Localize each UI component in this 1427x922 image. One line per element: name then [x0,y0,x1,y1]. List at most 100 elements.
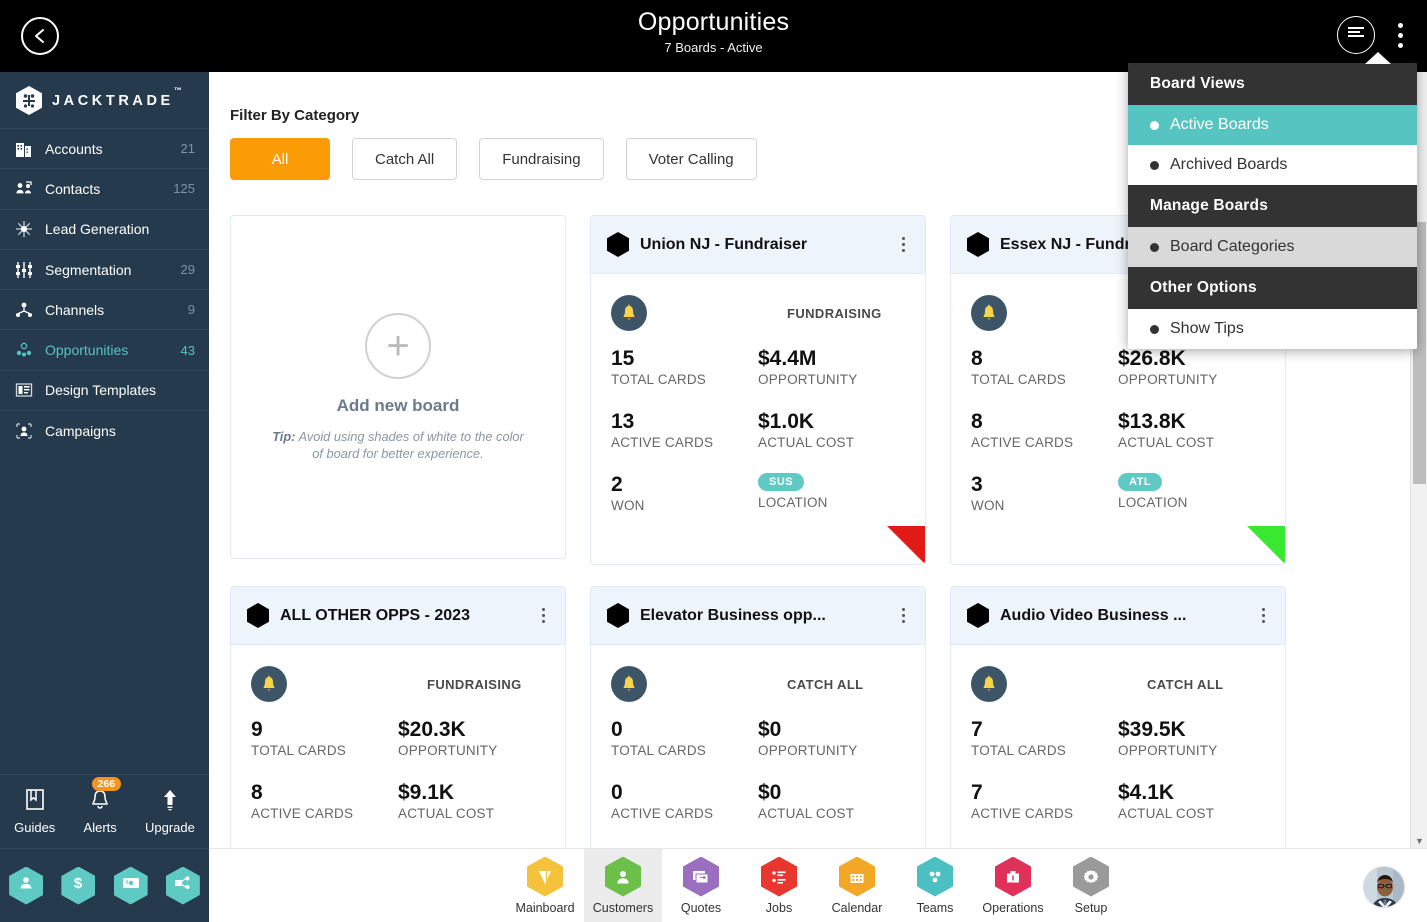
bottom-nav-teams[interactable]: Teams [896,849,974,922]
plus-icon: + [365,312,431,379]
dropdown-item-archived-boards[interactable]: Archived Boards [1128,145,1417,185]
sidebar-item-contacts[interactable]: Contacts 125 [0,168,209,208]
board-card-header: Elevator Business opp... [591,587,925,645]
stat-active-cards: 8 ACTIVE CARDS [971,409,1118,450]
brand-logo[interactable]: JACKTRADE™ [0,72,209,128]
filter-chip-fundraising[interactable]: Fundraising [479,138,604,180]
board-stat-row: 3 WON ATL LOCATION [971,472,1265,513]
user-hex-button[interactable] [9,866,44,905]
opportunities-icon [14,340,34,360]
board-card-body: CATCH ALL 0 TOTAL CARDS $0 OPPORTUNITY 0… [591,645,925,848]
board-options-dropdown: Board Views Active Boards Archived Board… [1128,63,1417,349]
sidebar-item-count: 9 [187,302,195,318]
dropdown-item-active-boards[interactable]: Active Boards [1128,105,1417,145]
board-stat-row: 0 TOTAL CARDS $0 OPPORTUNITY [611,717,905,758]
board-title: Audio Video Business ... [1000,606,1187,624]
dropdown-item-label: Show Tips [1170,320,1244,337]
sidebar-item-channels[interactable]: Channels 9 [0,289,209,329]
board-hex-icon [967,232,989,257]
bottom-nav-calendar[interactable]: Calendar [818,849,896,922]
bottom-nav-label: Setup [1074,900,1108,915]
board-kebab-menu-icon[interactable] [895,237,911,252]
board-title: ALL OTHER OPPS - 2023 [280,606,470,624]
dropdown-item-label: Active Boards [1170,116,1269,133]
sidebar-quick-actions: $ [0,848,209,922]
stat-key: ACTIVE CARDS [611,806,714,821]
bullet-icon [1150,324,1159,334]
stat-value: 15 [611,347,635,370]
stat-actual-cost: $1.0K ACTUAL COST [758,409,905,450]
board-card-meta: CATCH ALL [971,663,1265,705]
sidebar-item-opportunities[interactable]: Opportunities 43 [0,329,209,369]
stat-key: LOCATION [758,495,828,510]
sidebar-item-accounts[interactable]: Accounts 21 [0,128,209,168]
board-kebab-menu-icon[interactable] [535,608,551,623]
bottom-nav-customers[interactable]: Customers [584,848,662,922]
board-card[interactable]: Elevator Business opp... CATCH ALL 0 TOT… [590,586,926,848]
board-card[interactable]: Union NJ - Fundraiser FUNDRAISING 15 TOT… [590,215,926,565]
upgrade-button[interactable]: Upgrade [145,788,195,835]
dollar-hex-button[interactable]: $ [61,866,96,905]
dropdown-section-header: Board Views [1128,63,1417,105]
scroll-down-arrow-icon[interactable]: ▼ [1411,836,1427,846]
board-card[interactable]: Audio Video Business ... CATCH ALL 7 TOT… [950,586,1286,848]
bottom-nav-setup[interactable]: Setup [1052,849,1130,922]
money-transfer-hex-button[interactable] [113,866,148,905]
stat-value: 0 [611,781,623,804]
alerts-label: Alerts [83,820,117,835]
stat-key: ACTUAL COST [758,435,855,450]
stat-value: 7 [971,781,983,804]
board-card[interactable]: ALL OTHER OPPS - 2023 FUNDRAISING 9 TOTA… [230,586,566,848]
operations-icon [995,856,1031,897]
bottom-nav-label: Quotes [680,900,722,915]
filter-chip-catch-all[interactable]: Catch All [352,138,458,180]
board-kebab-menu-icon[interactable] [895,608,911,623]
list-view-button[interactable] [1337,16,1375,54]
page-subtitle: 7 Boards - Active [664,40,763,55]
bottom-nav-jobs[interactable]: Jobs [740,849,818,922]
user-avatar[interactable] [1363,866,1405,908]
sidebar-item-count: 43 [180,342,195,358]
bottom-nav-mainboard[interactable]: Mainboard [506,849,584,922]
teams-icon [917,856,953,897]
stat-total-cards: 15 TOTAL CARDS [611,346,758,387]
sidebar-item-lead-generation[interactable]: Lead Generation [0,208,209,249]
stat-key: TOTAL CARDS [971,372,1066,387]
stat-total-cards: 9 TOTAL CARDS [251,717,398,758]
workflow-hex-button[interactable] [165,866,200,905]
stat-value: 2 [611,473,623,496]
dropdown-item-board-categories[interactable]: Board Categories [1128,227,1417,267]
stat-active-cards: 7 ACTIVE CARDS [971,780,1118,821]
board-card-header: ALL OTHER OPPS - 2023 [231,587,565,645]
board-options-menu-button[interactable] [1389,16,1411,54]
stat-active-cards: 13 ACTIVE CARDS [611,409,758,450]
sidebar-item-design-templates[interactable]: Design Templates [0,369,209,410]
sidebar-item-campaigns[interactable]: Campaigns [0,410,209,450]
sidebar-item-segmentation[interactable]: Segmentation 29 [0,248,209,289]
board-kebab-menu-icon[interactable] [1255,608,1271,623]
bottom-nav-quotes[interactable]: Quotes [662,849,740,922]
alerts-button[interactable]: 266 Alerts [83,777,122,835]
board-hex-icon [607,603,629,628]
filter-chip-all[interactable]: All [230,138,330,180]
top-bar: Opportunities 7 Boards - Active [0,0,1427,72]
dropdown-item-show-tips[interactable]: Show Tips [1128,309,1417,349]
guides-button[interactable]: Guides [14,788,55,835]
filter-chip-voter-calling[interactable]: Voter Calling [625,138,757,180]
sidebar-item-label: Channels [45,301,105,318]
stat-key: ACTIVE CARDS [971,435,1074,450]
bell-icon [611,666,647,702]
bell-icon [89,788,111,817]
stat-value: $39.5K [1118,718,1186,741]
board-stat-row: 0 ACTIVE CARDS $0 ACTUAL COST [611,780,905,821]
quotes-icon [683,856,719,897]
list-view-icon [1347,26,1365,45]
stat-active-cards: 0 ACTIVE CARDS [611,780,758,821]
sidebar: JACKTRADE™ Accounts 21 Contacts 125 Lead… [0,72,209,922]
sidebar-item-count: 29 [180,262,195,278]
board-stat-row: 8 TOTAL CARDS $26.8K OPPORTUNITY [971,346,1265,387]
kebab-menu-icon [1397,22,1403,48]
stat-won: 3 WON [971,472,1118,513]
add-new-board-card[interactable]: + Add new board Tip: Avoid using shades … [230,215,566,559]
bottom-nav-operations[interactable]: Operations [974,849,1052,922]
